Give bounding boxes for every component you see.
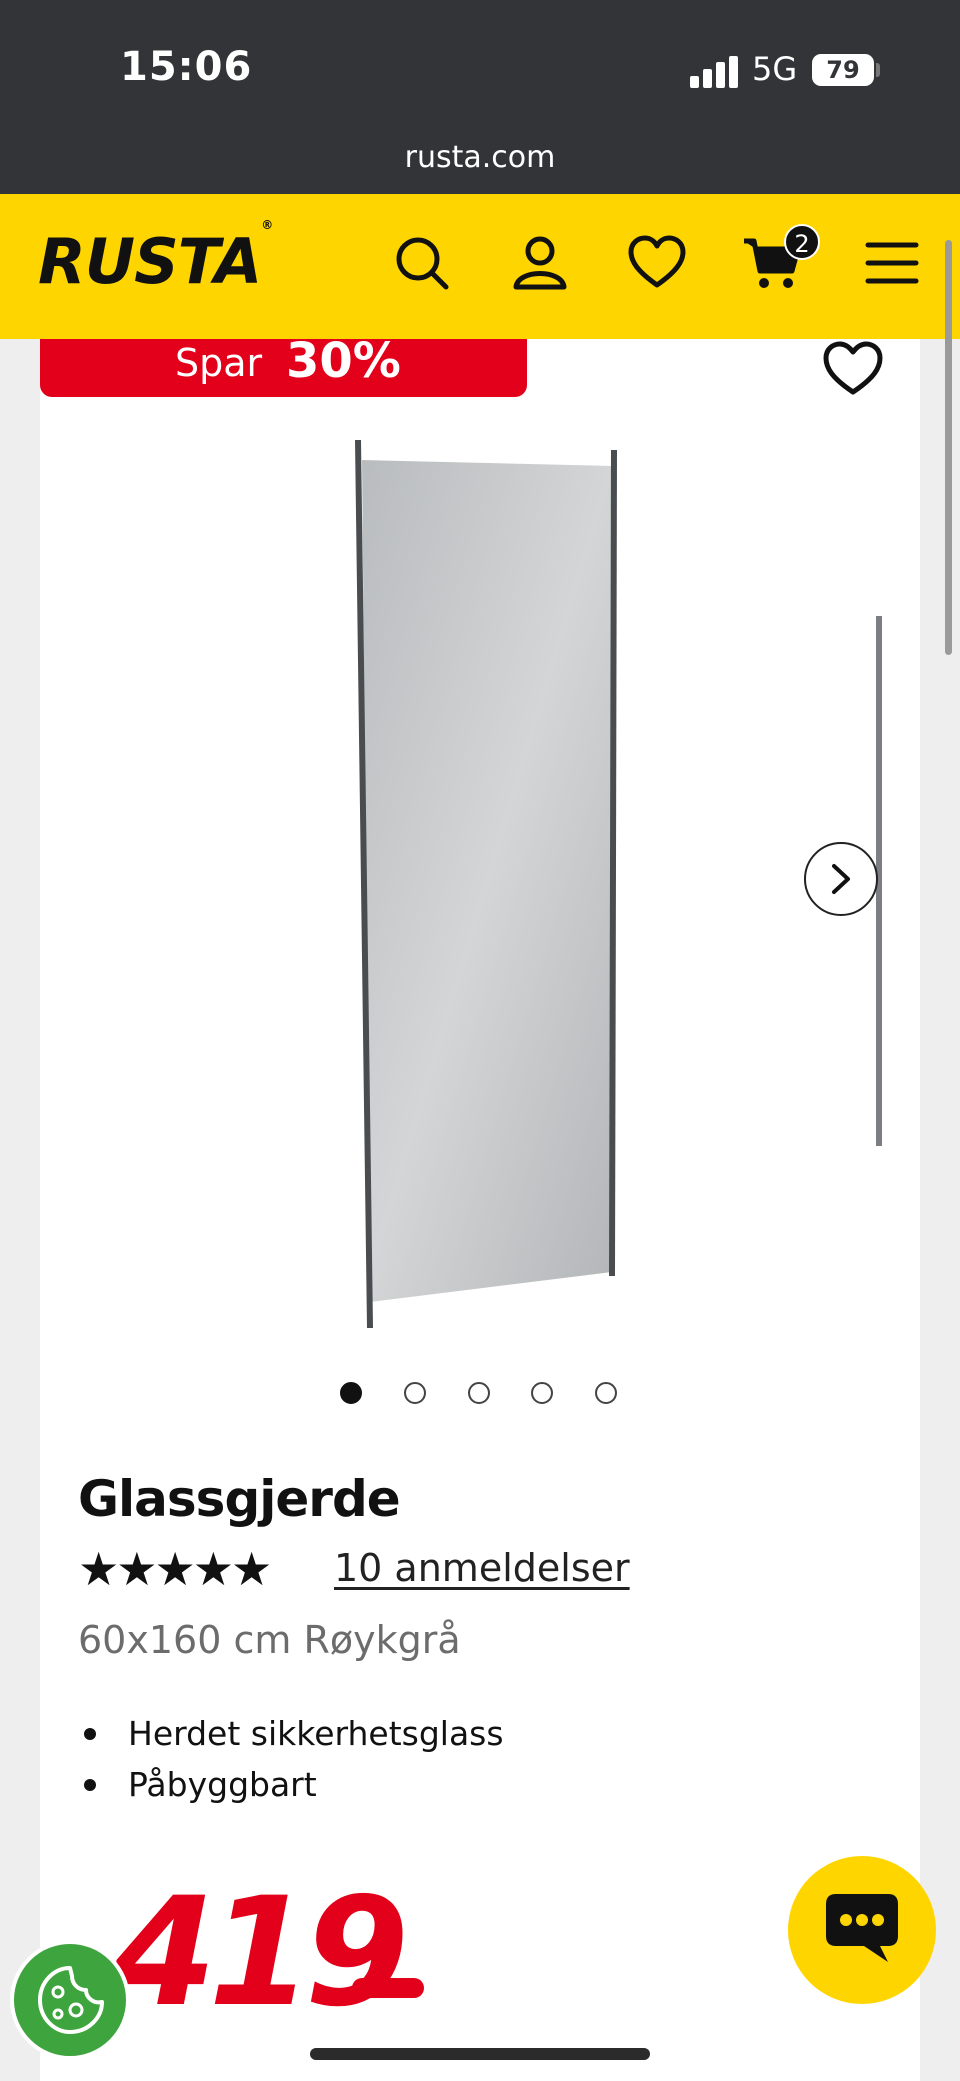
discount-label: Spar [175, 341, 263, 385]
chat-bubble-icon [826, 1894, 898, 1962]
chevron-right-icon [832, 864, 850, 894]
home-indicator[interactable] [310, 2048, 650, 2060]
product-price: 419 [112, 1866, 409, 2040]
cookie-settings-button[interactable] [10, 1940, 130, 2060]
product-image[interactable] [352, 438, 622, 1328]
feature-item: Påbyggbart [78, 1759, 504, 1810]
carousel-dot[interactable] [595, 1382, 617, 1404]
cookie-icon [38, 1966, 104, 2034]
network-type: 5G [752, 50, 798, 88]
heart-icon[interactable] [627, 233, 687, 293]
carousel-dot[interactable] [340, 1382, 362, 1404]
carousel-dot[interactable] [404, 1382, 426, 1404]
carousel-dot[interactable] [531, 1382, 553, 1404]
add-to-wishlist-heart-icon[interactable] [820, 340, 886, 396]
address-bar[interactable]: rusta.com [0, 140, 960, 175]
discount-badge: Spar 30% [40, 333, 527, 397]
signal-icon [690, 56, 738, 88]
feature-item: Herdet sikkerhetsglass [78, 1708, 504, 1759]
cart-count-badge: 2 [784, 224, 820, 260]
rating-stars: ★★★★★ [78, 1542, 272, 1596]
registered-mark: ® [261, 218, 273, 233]
battery-level: 79 [826, 56, 860, 84]
product-variant: 60x160 cm Røykgrå [78, 1618, 461, 1662]
next-image-button[interactable] [804, 842, 878, 916]
feature-list: Herdet sikkerhetsglass Påbyggbart [78, 1708, 504, 1810]
menu-icon[interactable] [862, 233, 922, 293]
search-icon[interactable] [392, 233, 452, 293]
account-icon[interactable] [510, 233, 570, 293]
status-time: 15:06 [120, 44, 253, 90]
chat-button[interactable] [788, 1856, 936, 2004]
battery-icon: 79 [812, 54, 874, 86]
carousel-dot[interactable] [468, 1382, 490, 1404]
rusta-logo[interactable]: RUSTA® [38, 218, 273, 298]
logo-text: RUSTA [38, 225, 262, 298]
image-carousel-dots [340, 1382, 630, 1408]
reviews-link[interactable]: 10 anmeldelser [334, 1546, 630, 1590]
page-scrollbar[interactable] [945, 240, 952, 655]
price-dash [352, 1978, 424, 1998]
battery-tip [876, 63, 880, 77]
discount-value: 30% [286, 333, 401, 389]
product-title: Glassgjerde [78, 1470, 401, 1528]
status-bar: 15:06 5G 79 rusta.com [0, 0, 960, 194]
